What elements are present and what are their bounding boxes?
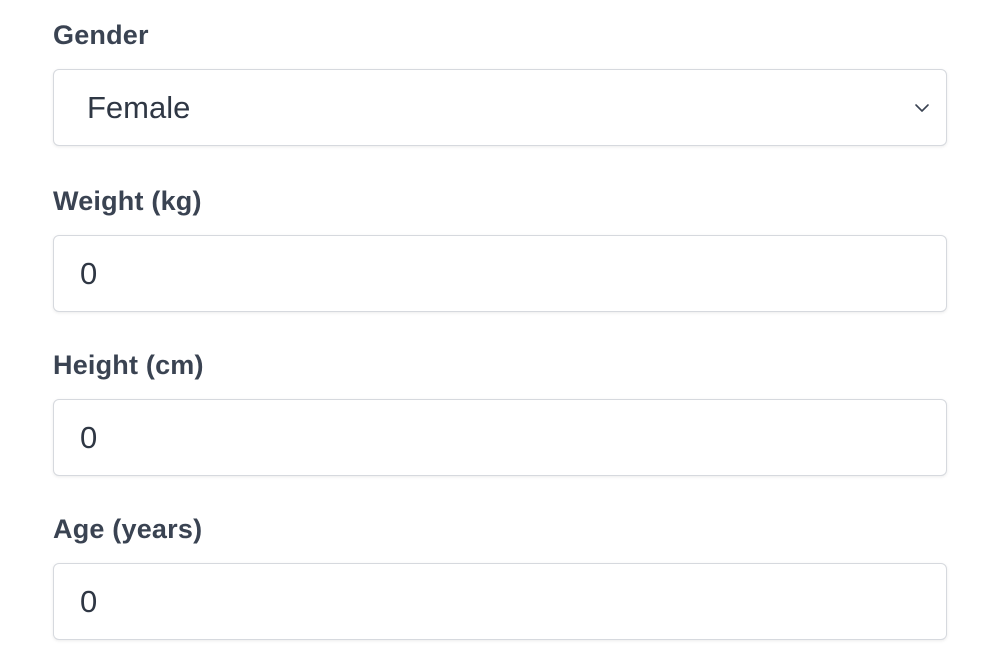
gender-field: Gender Female <box>53 22 947 146</box>
weight-field: Weight (kg) 0 <box>53 188 947 312</box>
weight-input-value: 0 <box>80 256 98 291</box>
chevron-down-icon <box>914 100 930 116</box>
weight-label: Weight (kg) <box>53 186 202 216</box>
age-label: Age (years) <box>53 514 203 544</box>
gender-select[interactable]: Female <box>53 69 947 146</box>
height-input[interactable]: 0 <box>53 399 947 476</box>
gender-selected-value: Female <box>87 90 191 125</box>
age-input[interactable]: 0 <box>53 563 947 640</box>
height-label: Height (cm) <box>53 350 204 380</box>
body-metrics-form: Gender Female Weight (kg) 0 Height (cm) … <box>0 0 996 670</box>
gender-label: Gender <box>53 20 149 50</box>
height-field: Height (cm) 0 <box>53 352 947 476</box>
weight-input[interactable]: 0 <box>53 235 947 312</box>
height-input-value: 0 <box>80 420 98 455</box>
age-input-value: 0 <box>80 584 98 619</box>
age-field: Age (years) 0 <box>53 516 947 640</box>
